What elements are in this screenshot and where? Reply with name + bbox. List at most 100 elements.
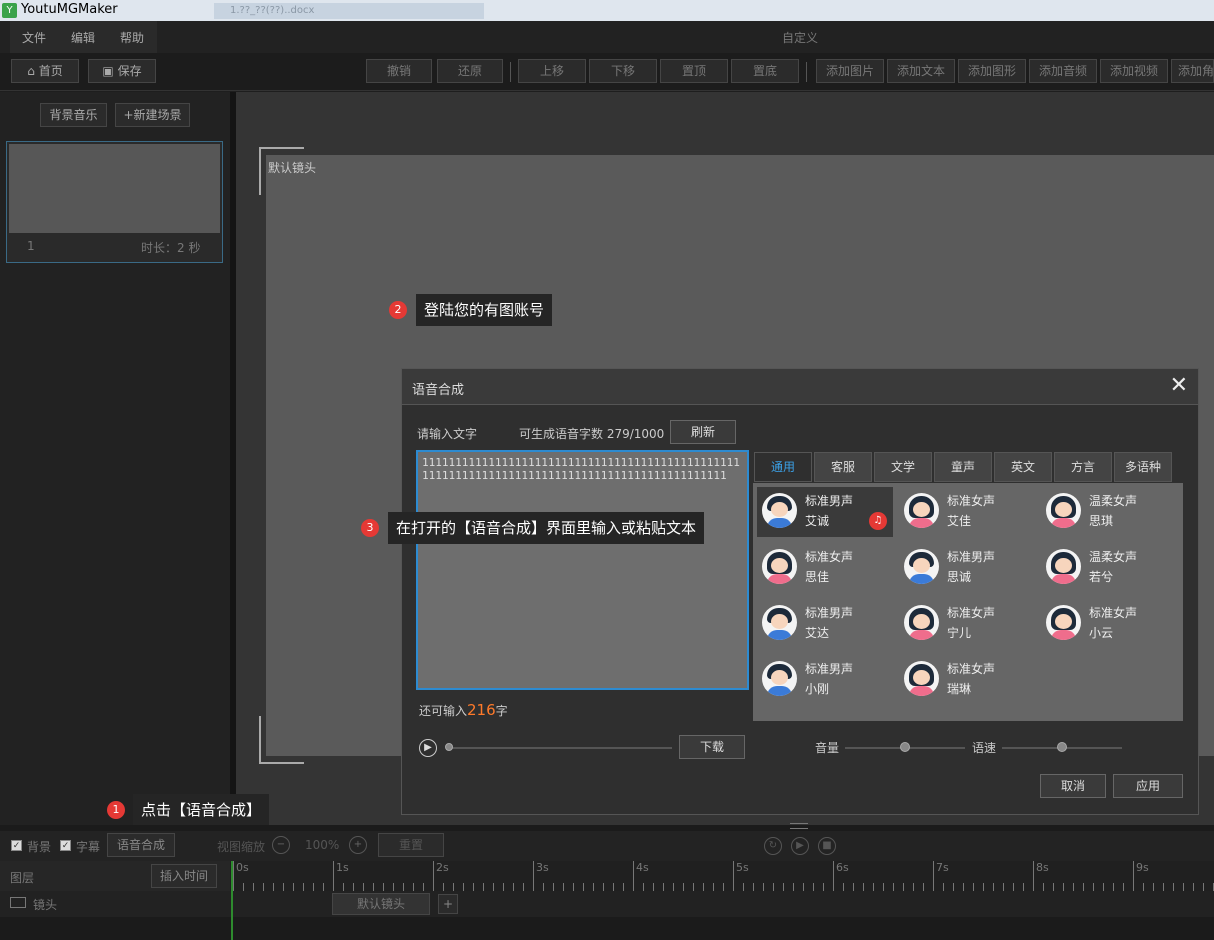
background-music-button[interactable]: 背景音乐 bbox=[40, 103, 107, 127]
avatar-body bbox=[767, 686, 792, 696]
avatar-face bbox=[771, 614, 788, 629]
tip-login: 登陆您的有图账号 bbox=[416, 294, 553, 326]
voice-option[interactable]: 标准女声 艾佳 bbox=[899, 487, 1035, 537]
ruler-tick bbox=[233, 861, 234, 891]
ruler-tick bbox=[353, 883, 354, 891]
zoom-out-icon[interactable]: − bbox=[272, 836, 290, 854]
home-button[interactable]: ⌂ 首页 bbox=[11, 59, 79, 83]
scene-thumbnail bbox=[9, 144, 220, 233]
tab-voice-category[interactable]: 客服 bbox=[814, 452, 872, 482]
menu-edit[interactable]: 编辑 bbox=[71, 29, 95, 46]
ruler-tick bbox=[1113, 883, 1114, 891]
voice-type: 标准女声 bbox=[1089, 606, 1138, 620]
undo-button[interactable]: 撤销 bbox=[366, 59, 432, 83]
voice-type: 标准女声 bbox=[805, 550, 854, 564]
add-image-button[interactable]: 添加图片 bbox=[816, 59, 884, 83]
add-audio-button[interactable]: 添加音频 bbox=[1029, 59, 1097, 83]
send-to-bottom-button[interactable]: 置底 bbox=[731, 59, 799, 83]
zoom-in-icon[interactable]: + bbox=[349, 836, 367, 854]
voice-option[interactable]: 标准女声 瑞琳 bbox=[899, 655, 1035, 705]
stop-icon[interactable]: ■ bbox=[818, 837, 836, 855]
voice-option[interactable]: 标准男声 小刚 bbox=[757, 655, 893, 705]
text-input[interactable]: 1111111111111111111111111111111111111111… bbox=[416, 450, 749, 690]
speed-label: 语速 bbox=[972, 741, 997, 755]
avatar-icon bbox=[904, 661, 939, 696]
headphones-icon[interactable]: ♫ bbox=[869, 512, 887, 530]
new-scene-button[interactable]: +新建场景 bbox=[115, 103, 190, 127]
ruler-tick bbox=[723, 883, 724, 891]
reset-button[interactable]: 重置 bbox=[378, 833, 444, 857]
avatar-face bbox=[771, 502, 788, 517]
cancel-button[interactable]: 取消 bbox=[1040, 774, 1106, 798]
voice-option[interactable]: 温柔女声 若兮 bbox=[1041, 543, 1177, 593]
move-up-button[interactable]: 上移 bbox=[518, 59, 586, 83]
menu-file[interactable]: 文件 bbox=[22, 29, 46, 46]
close-icon[interactable]: ✕ bbox=[1170, 373, 1188, 399]
tab-voice-category[interactable]: 通用 bbox=[754, 452, 812, 482]
ruler-tick bbox=[833, 861, 834, 891]
ruler-tick bbox=[1013, 883, 1014, 891]
tab-voice-category[interactable]: 童声 bbox=[934, 452, 992, 482]
insert-time-button[interactable]: 插入时间 bbox=[151, 864, 217, 888]
preview-progress-slider[interactable] bbox=[447, 747, 672, 749]
tab-voice-category[interactable]: 英文 bbox=[994, 452, 1052, 482]
volume-handle[interactable] bbox=[900, 742, 910, 752]
scene-duration: 时长：2 秒 bbox=[141, 241, 201, 255]
voice-option[interactable]: 标准男声 艾诚 ♫ bbox=[757, 487, 893, 537]
dialog-header: 语音合成 ✕ bbox=[402, 369, 1198, 405]
refresh-button[interactable]: 刷新 bbox=[670, 420, 736, 444]
redo-button[interactable]: 还原 bbox=[437, 59, 503, 83]
taskbar-tab[interactable]: 1.??_??(??)..docx bbox=[214, 3, 484, 19]
preview-progress-handle[interactable] bbox=[445, 743, 453, 751]
ruler-tick bbox=[973, 883, 974, 891]
tip-click-tts: 点击【语音合成】 bbox=[133, 794, 270, 826]
ruler-tick bbox=[1093, 883, 1094, 891]
add-role-button[interactable]: 添加角 bbox=[1171, 59, 1214, 83]
background-checkbox[interactable]: ✓ bbox=[11, 840, 22, 851]
move-down-button[interactable]: 下移 bbox=[589, 59, 657, 83]
play-icon[interactable]: ▶ bbox=[419, 739, 437, 757]
ruler-tick bbox=[513, 883, 514, 891]
scene-card[interactable]: 1 时长：2 秒 bbox=[6, 141, 223, 263]
ruler-label: 9s bbox=[1136, 861, 1149, 874]
avatar-face bbox=[771, 558, 788, 573]
background-label: 背景 bbox=[27, 840, 52, 854]
tab-voice-category[interactable]: 文学 bbox=[874, 452, 932, 482]
time-ruler[interactable]: 0s 1s 2s 3s 4s 5s 6s 7s 8s 9s bbox=[230, 861, 1214, 891]
add-video-button[interactable]: 添加视频 bbox=[1100, 59, 1168, 83]
apply-button[interactable]: 应用 bbox=[1113, 774, 1183, 798]
ruler-tick bbox=[813, 883, 814, 891]
ruler-tick bbox=[283, 883, 284, 891]
voice-type: 标准男声 bbox=[805, 494, 854, 508]
subtitle-checkbox[interactable]: ✓ bbox=[60, 840, 71, 851]
ruler-tick bbox=[413, 883, 414, 891]
zoom-value: 100% bbox=[305, 838, 340, 852]
bring-to-top-button[interactable]: 置顶 bbox=[660, 59, 728, 83]
voice-option[interactable]: 标准女声 小云 bbox=[1041, 599, 1177, 649]
voice-option[interactable]: 标准男声 思诚 bbox=[899, 543, 1035, 593]
remain-count: 216 bbox=[467, 701, 496, 719]
add-clip-icon[interactable]: + bbox=[438, 894, 458, 914]
tts-button[interactable]: 语音合成 bbox=[107, 833, 175, 857]
ruler-tick bbox=[1083, 883, 1084, 891]
ruler-tick bbox=[783, 883, 784, 891]
menu-help[interactable]: 帮助 bbox=[120, 29, 144, 46]
camera-clip[interactable]: 默认镜头 bbox=[332, 893, 430, 915]
play-icon[interactable]: ▶ bbox=[791, 837, 809, 855]
playhead[interactable] bbox=[231, 861, 233, 940]
add-shape-button[interactable]: 添加图形 bbox=[958, 59, 1026, 83]
loop-icon[interactable]: ↻ bbox=[764, 837, 782, 855]
speed-handle[interactable] bbox=[1057, 742, 1067, 752]
voice-option[interactable]: 标准女声 思佳 bbox=[757, 543, 893, 593]
voice-option[interactable]: 温柔女声 思琪 bbox=[1041, 487, 1177, 537]
ruler-tick bbox=[313, 883, 314, 891]
voice-option[interactable]: 标准女声 宁儿 bbox=[899, 599, 1035, 649]
save-button[interactable]: ▣ 保存 bbox=[88, 59, 156, 83]
add-text-button[interactable]: 添加文本 bbox=[887, 59, 955, 83]
tab-voice-category[interactable]: 多语种 bbox=[1114, 452, 1172, 482]
resize-grip-icon[interactable] bbox=[790, 823, 808, 829]
tab-voice-category[interactable]: 方言 bbox=[1054, 452, 1112, 482]
ruler-tick bbox=[663, 883, 664, 891]
download-button[interactable]: 下载 bbox=[679, 735, 745, 759]
voice-option[interactable]: 标准男声 艾达 bbox=[757, 599, 893, 649]
